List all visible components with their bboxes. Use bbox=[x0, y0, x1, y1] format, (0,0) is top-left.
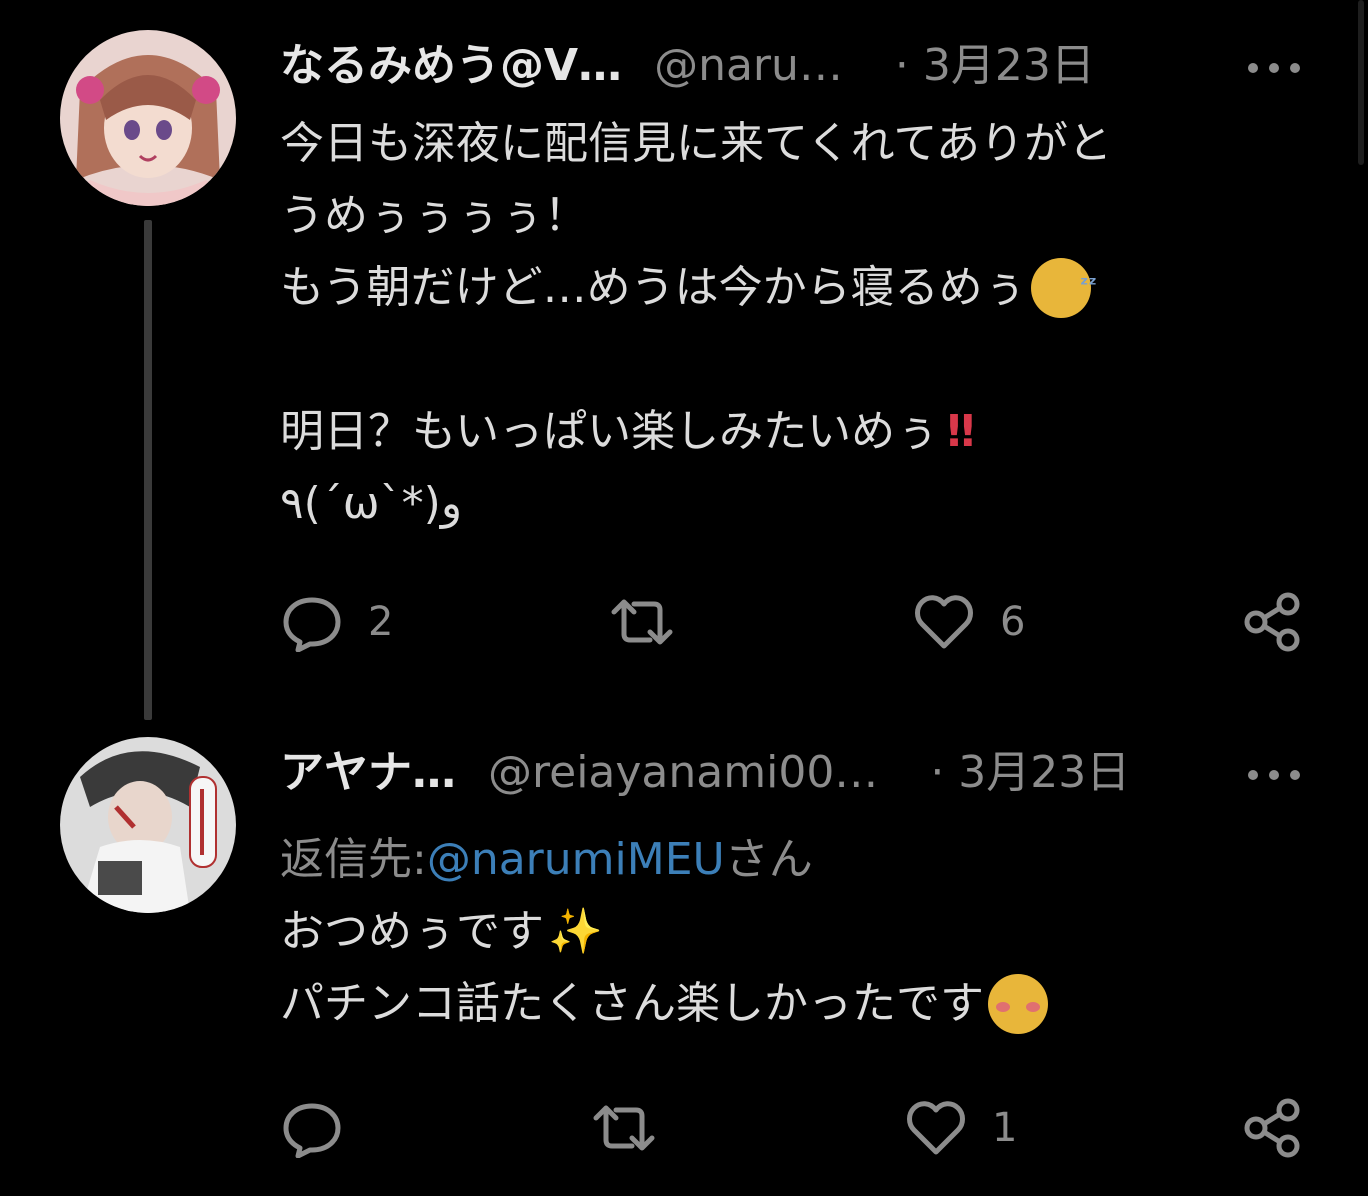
like-count: 1 bbox=[992, 1105, 1018, 1151]
retweet-button[interactable] bbox=[592, 1098, 656, 1158]
reply-icon bbox=[283, 597, 341, 652]
avatar[interactable] bbox=[60, 30, 236, 206]
tweet-date[interactable]: · 3月23日 bbox=[895, 36, 1095, 96]
tweet-line: 明日？もいっぱい楽しみたいめぅ bbox=[280, 406, 940, 457]
reply-icon bbox=[283, 1103, 341, 1158]
sparkles-icon: ✨ bbox=[548, 906, 603, 957]
heart-icon bbox=[915, 595, 973, 649]
tweet-text: 返信先: @narumiMEU さん おつめぅです ✨ パチンコ話たくさん楽しか… bbox=[280, 824, 1048, 1040]
reply-to-mention[interactable]: @narumiMEU bbox=[427, 824, 725, 896]
tweet-line: もう朝だけど…めうは今から寝るめぅ bbox=[280, 262, 1027, 313]
handle[interactable]: @naru… bbox=[654, 36, 843, 96]
handle[interactable]: @reiayanami00… bbox=[488, 743, 878, 803]
display-name[interactable]: アヤナ… bbox=[280, 743, 456, 803]
more-options-icon[interactable] bbox=[1248, 58, 1300, 78]
heart-icon bbox=[907, 1101, 965, 1155]
double-exclamation-icon: ‼ bbox=[947, 406, 975, 457]
retweet-button[interactable] bbox=[610, 592, 674, 652]
reply-button[interactable] bbox=[282, 1098, 342, 1158]
tweet-line: ٩(´ω`*)و bbox=[280, 478, 463, 529]
blushing-face-icon bbox=[988, 974, 1048, 1034]
like-count: 6 bbox=[1000, 599, 1026, 645]
share-icon bbox=[1244, 592, 1300, 652]
reply-to: 返信先: @narumiMEU さん bbox=[280, 824, 1048, 896]
tweet-line: パチンコ話たくさん楽しかったです bbox=[280, 978, 984, 1029]
tweet-text: 今日も深夜に配信見に来てくれてありがと うめぅぅぅぅ！ もう朝だけど…めうは今か… bbox=[280, 108, 1112, 540]
tweet-line: 今日も深夜に配信見に来てくれてありがと bbox=[280, 118, 1113, 169]
display-name[interactable]: なるみめう@V… bbox=[280, 36, 622, 96]
sleeping-face-icon: ᶻᶻ bbox=[1030, 258, 1097, 318]
tweet-line: おつめぅです bbox=[280, 906, 544, 957]
retweet-icon bbox=[593, 1105, 655, 1151]
reply-to-suffix: さん bbox=[724, 834, 813, 885]
thread-line bbox=[144, 220, 152, 720]
tweet-header: なるみめう@V… @naru… · 3月23日 bbox=[280, 36, 1095, 96]
share-button[interactable] bbox=[1244, 592, 1302, 652]
share-icon bbox=[1244, 1098, 1300, 1158]
avatar[interactable] bbox=[60, 737, 236, 913]
reply-to-label: 返信先: bbox=[280, 834, 427, 885]
share-button[interactable] bbox=[1244, 1098, 1302, 1158]
retweet-icon bbox=[611, 599, 673, 645]
reply-button[interactable]: 2 bbox=[282, 592, 393, 652]
reply-count: 2 bbox=[368, 599, 394, 645]
tweet-header: アヤナ… @reiayanami00… · 3月23日 bbox=[280, 743, 1130, 803]
scrollbar[interactable] bbox=[1358, 0, 1364, 165]
tweet-line: うめぅぅぅぅ！ bbox=[280, 190, 588, 241]
more-options-icon[interactable] bbox=[1248, 765, 1300, 785]
like-button[interactable]: 6 bbox=[914, 592, 1025, 652]
like-button[interactable]: 1 bbox=[906, 1098, 1017, 1158]
tweet-date[interactable]: · 3月23日 bbox=[930, 743, 1130, 803]
